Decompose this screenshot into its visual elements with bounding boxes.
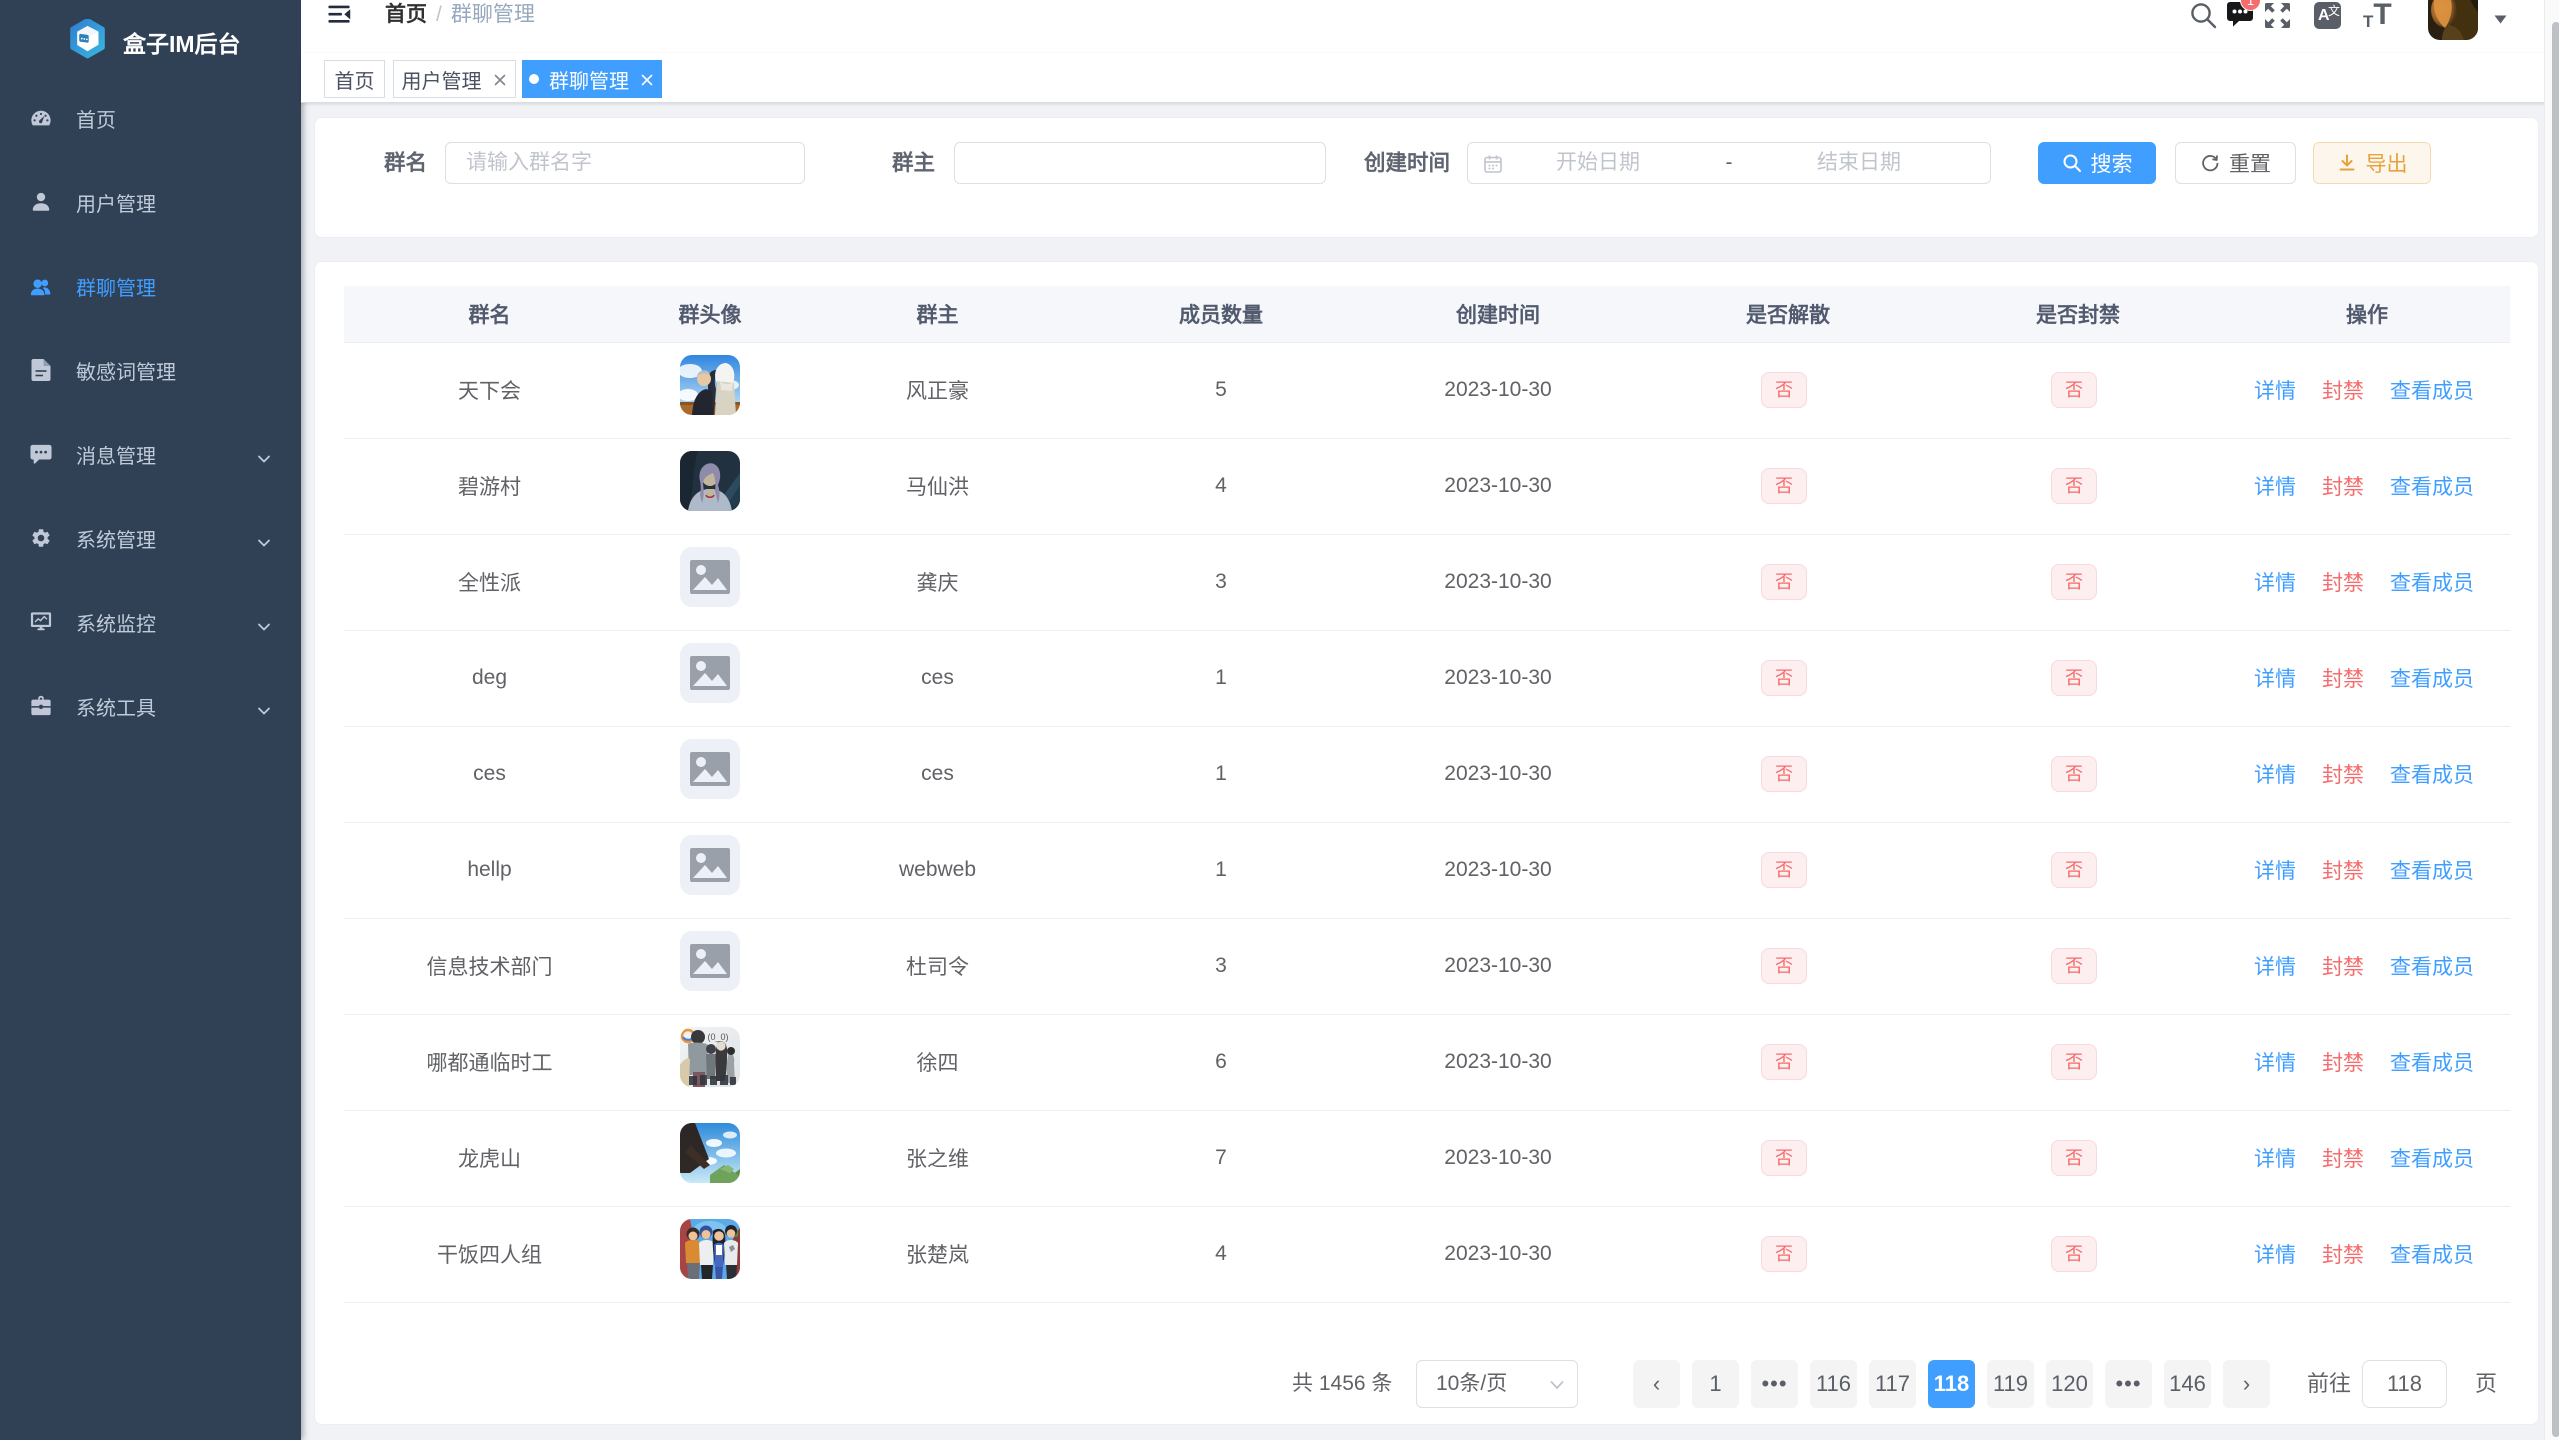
svg-text:(0_0): (0_0) — [707, 1032, 728, 1042]
